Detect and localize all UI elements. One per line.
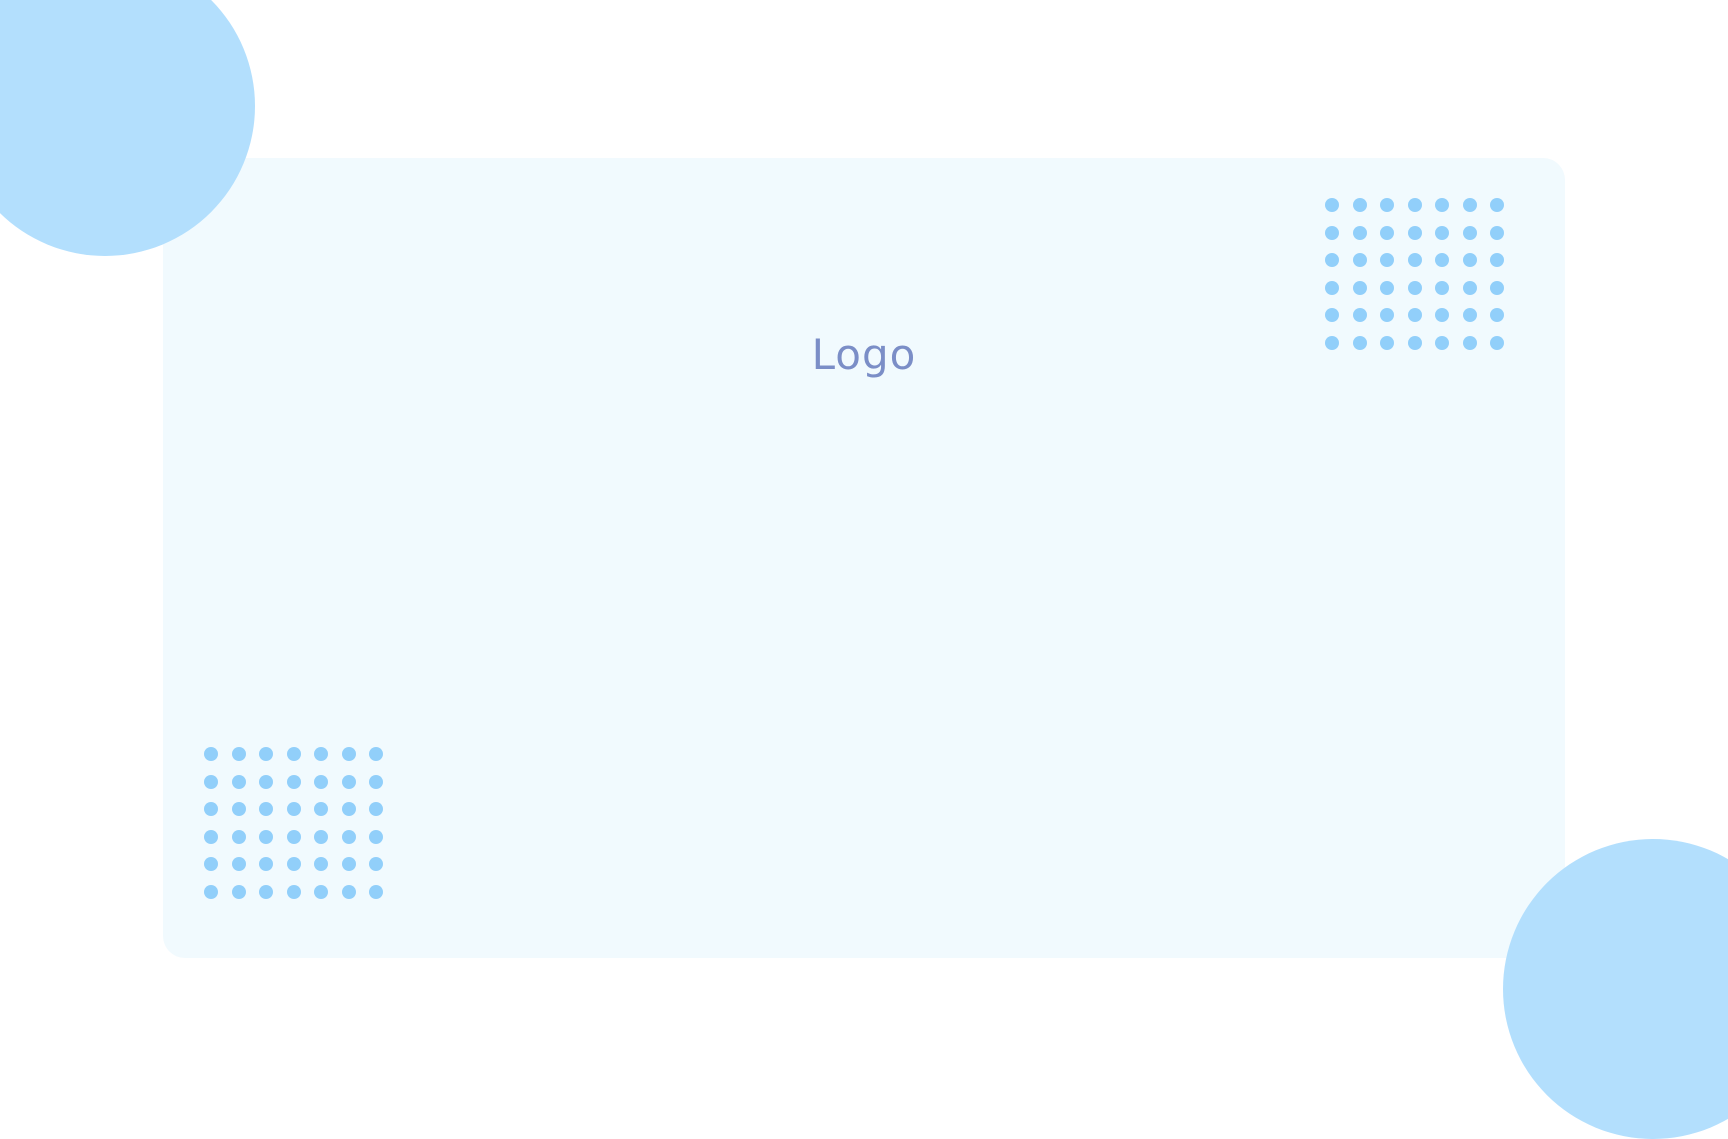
dot <box>1435 308 1449 322</box>
dot <box>231 884 246 899</box>
dot <box>1325 308 1339 322</box>
dot <box>1462 198 1477 212</box>
dot <box>314 857 328 871</box>
dot <box>1435 253 1449 267</box>
dot <box>341 884 356 899</box>
dot <box>231 774 246 789</box>
dot <box>341 774 356 789</box>
dot <box>341 747 356 761</box>
dot <box>204 802 218 816</box>
dot <box>204 884 218 899</box>
dot <box>369 884 383 899</box>
dot <box>1462 280 1477 295</box>
dot <box>286 857 301 871</box>
dot <box>369 802 383 816</box>
dot <box>259 747 273 761</box>
dot <box>1380 253 1394 267</box>
dot <box>1462 225 1477 240</box>
dot <box>369 857 383 871</box>
dot <box>314 774 328 789</box>
dot <box>1325 253 1339 267</box>
dot <box>1435 335 1449 350</box>
dot <box>341 829 356 844</box>
dot <box>231 747 246 761</box>
dot <box>1325 335 1339 350</box>
dot <box>1462 308 1477 322</box>
dot <box>1407 335 1422 350</box>
dot <box>1407 308 1422 322</box>
dot <box>204 857 218 871</box>
dot <box>1407 225 1422 240</box>
dot <box>1407 198 1422 212</box>
dot <box>1490 225 1504 240</box>
dot <box>1490 253 1504 267</box>
dot <box>314 802 328 816</box>
dot <box>259 802 273 816</box>
dot <box>1380 225 1394 240</box>
dot <box>1352 225 1367 240</box>
dot <box>286 747 301 761</box>
dot <box>259 829 273 844</box>
dot-grid-bottom-left <box>204 747 383 899</box>
dot <box>1380 308 1394 322</box>
dot <box>259 884 273 899</box>
dot <box>1407 253 1422 267</box>
dot <box>1380 335 1394 350</box>
dot <box>314 884 328 899</box>
dot <box>1352 308 1367 322</box>
dot <box>1462 253 1477 267</box>
dot-grid-top-right <box>1325 198 1504 350</box>
dot <box>204 774 218 789</box>
dot <box>1490 198 1504 212</box>
dot <box>1352 280 1367 295</box>
dot <box>341 857 356 871</box>
dot <box>1325 280 1339 295</box>
dot <box>286 774 301 789</box>
dot <box>1435 280 1449 295</box>
dot <box>1490 308 1504 322</box>
dot <box>204 747 218 761</box>
dot <box>286 829 301 844</box>
dot <box>314 829 328 844</box>
dot <box>369 747 383 761</box>
dot <box>314 747 328 761</box>
dot <box>1407 280 1422 295</box>
dot <box>286 884 301 899</box>
dot <box>1462 335 1477 350</box>
dot <box>1380 280 1394 295</box>
dot <box>259 774 273 789</box>
dot <box>1325 225 1339 240</box>
dot <box>369 829 383 844</box>
dot <box>1490 280 1504 295</box>
dot <box>341 802 356 816</box>
dot <box>1435 225 1449 240</box>
dot <box>1352 253 1367 267</box>
dot <box>286 802 301 816</box>
dot <box>231 857 246 871</box>
dot <box>1380 198 1394 212</box>
dot <box>231 829 246 844</box>
dot <box>204 829 218 844</box>
dot <box>1325 198 1339 212</box>
dot <box>259 857 273 871</box>
dot <box>231 802 246 816</box>
dot <box>1352 335 1367 350</box>
dot <box>1435 198 1449 212</box>
dot <box>1352 198 1367 212</box>
dot <box>369 774 383 789</box>
dot <box>1490 335 1504 350</box>
